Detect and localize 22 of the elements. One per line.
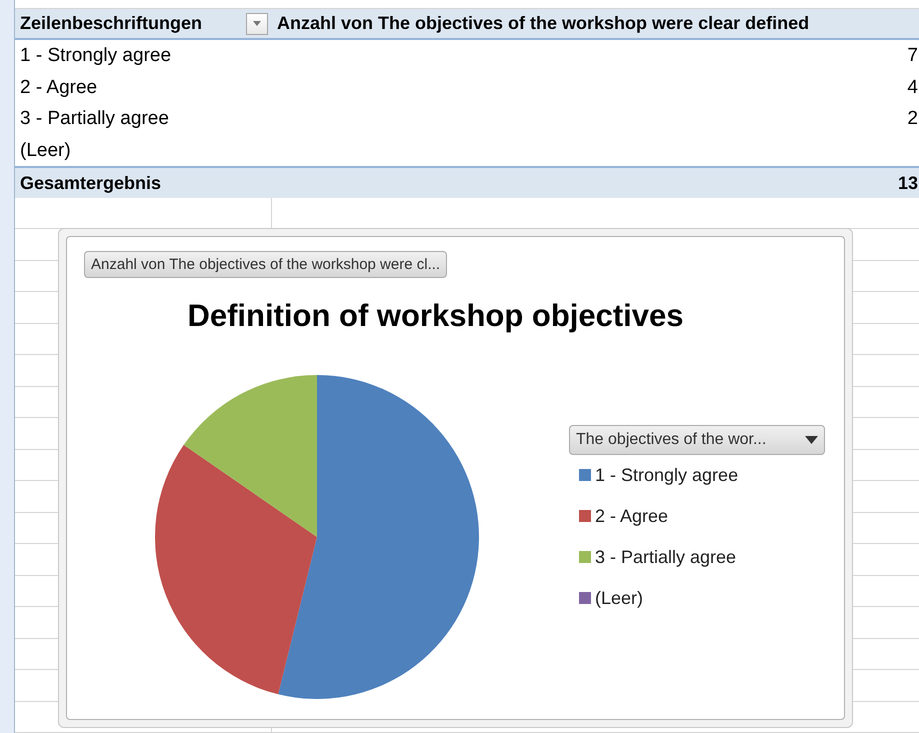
legend-label: 1 - Strongly agree (595, 464, 738, 486)
row-label: 1 - Strongly agree (20, 45, 172, 68)
total-label: Gesamtergebnis (20, 172, 162, 194)
filter-dropdown[interactable] (246, 12, 268, 35)
row-label: 2 - Agree (20, 76, 98, 99)
legend-label: 2 - Agree (595, 506, 668, 526)
count-value: 4 (907, 76, 918, 98)
field-button[interactable]: Anzahl von The objectives of the workshop were cl... (84, 251, 448, 278)
dropdown-icon (805, 436, 818, 444)
dropdown-icon (253, 21, 261, 26)
legend-label: (Leer) (595, 588, 644, 608)
chart-frame[interactable]: Anzahl von The objectives of the workshop were cl... Definition of workshop objectives The objectives of the wor... 1 - Strongly agree 2 - Agree 3 - Partially agree (Leer) (58, 228, 853, 728)
column-header: Zeilenbeschriftungen (20, 13, 202, 34)
count-value: 2 (907, 108, 918, 130)
row-label: 3 - Partially agree (20, 108, 169, 130)
column-header: Anzahl von The objectives of the workshop were clear defined (277, 13, 810, 34)
legend-label: 3 - Partially agree (595, 546, 736, 568)
chart-title: Definition of workshop objectives (187, 298, 685, 334)
legend-filter-button[interactable]: The objectives of the wor... (569, 424, 825, 454)
count-value: 7 (907, 45, 918, 66)
row-label: (Leer) (20, 140, 71, 162)
total-value: 13 (898, 172, 918, 192)
